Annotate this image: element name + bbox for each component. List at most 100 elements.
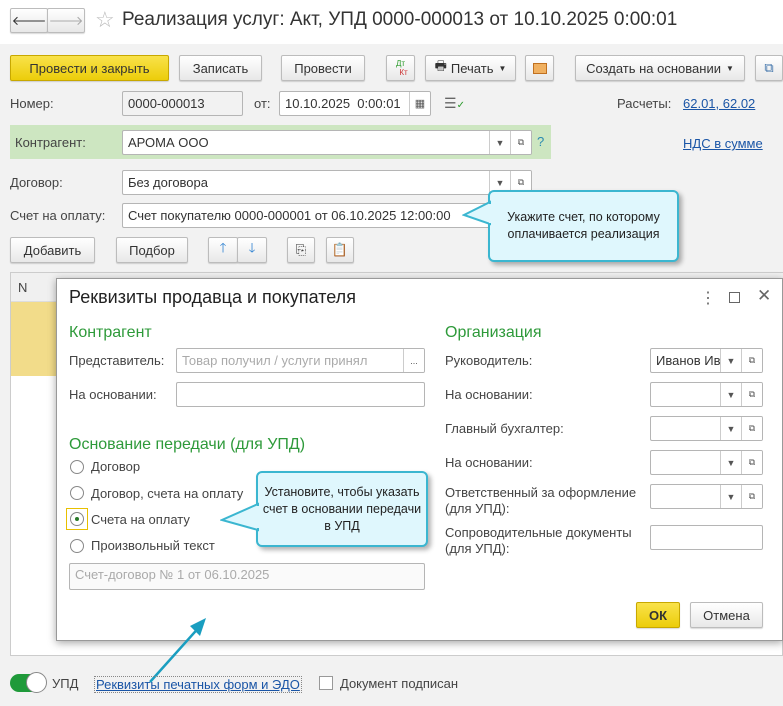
documents-label: Сопроводительные документы (для УПД):	[445, 525, 632, 556]
copy-button[interactable]: ⎘	[287, 237, 315, 263]
move-down-button[interactable]: 🡓	[237, 237, 267, 263]
table-row-selected[interactable]	[11, 302, 57, 376]
radio-invoices[interactable]	[70, 512, 84, 526]
transfer-basis-heading: Основание передачи (для УПД)	[69, 436, 306, 453]
ok-button[interactable]: ОК	[636, 602, 680, 628]
radio-free-text[interactable]	[70, 539, 84, 553]
select-button[interactable]: ...	[403, 349, 424, 372]
signed-label: Документ подписан	[340, 676, 459, 691]
dialog-title: Реквизиты продавца и покупателя	[69, 287, 356, 307]
accountant-label: Главный бухгалтер:	[445, 421, 564, 436]
basis-label: На основании:	[69, 387, 157, 402]
representative-label: Представитель:	[69, 353, 165, 368]
head-value: Иванов Ив	[656, 353, 721, 368]
printer-icon: 🖶	[434, 58, 447, 73]
documents-field[interactable]	[650, 525, 763, 550]
organization-heading: Организация	[445, 324, 542, 341]
head-basis-label: На основании:	[445, 387, 533, 402]
back-button[interactable]: 🡐	[10, 8, 48, 33]
move-up-button[interactable]: 🡑	[208, 237, 238, 263]
arrow-right-icon: 🡒	[48, 12, 84, 28]
open-icon[interactable]: ⧉	[741, 349, 762, 372]
open-icon[interactable]: ⧉	[741, 485, 762, 508]
hint-callout-radio: Установите, чтобы указать счет в основан…	[256, 471, 428, 547]
date-label: от:	[254, 96, 271, 111]
free-text-field[interactable]: Счет-договор № 1 от 06.10.2025	[69, 563, 425, 590]
settlements-link[interactable]: 62.01, 62.02	[683, 96, 755, 111]
upd-label: УПД	[52, 676, 79, 691]
responsible-field[interactable]: ▼ ⧉	[650, 484, 763, 509]
number-field[interactable]: 0000-000013	[122, 91, 243, 116]
callout-pointer	[462, 200, 492, 226]
representative-field[interactable]: Товар получил / услуги принял...	[176, 348, 425, 373]
radio-contract-invoices[interactable]	[70, 486, 84, 500]
envelope-icon	[532, 62, 547, 74]
pick-button[interactable]: Подбор	[116, 237, 188, 263]
post-and-close-button[interactable]: Провести и закрыть	[10, 55, 169, 81]
accountant-basis-label: На основании:	[445, 455, 533, 470]
add-button[interactable]: Добавить	[10, 237, 95, 263]
vat-link[interactable]: НДС в сумме	[683, 136, 763, 151]
chevron-down-icon: ▼	[725, 63, 734, 73]
dt-label: Дт	[395, 59, 406, 68]
contract-value: Без договора	[128, 175, 208, 190]
contract-field[interactable]: Без договора ▼ ⧉	[122, 170, 532, 195]
counterparty-label: Контрагент:	[15, 135, 86, 150]
representative-placeholder: Товар получил / услуги принял	[182, 353, 368, 368]
star-icon[interactable]: ☆	[95, 7, 115, 33]
open-icon[interactable]: ⧉	[741, 383, 762, 406]
hint-text: Установите, чтобы указать счет в основан…	[262, 484, 422, 533]
head-basis-field[interactable]: ▼ ⧉	[650, 382, 763, 407]
accountant-basis-field[interactable]: ▼ ⧉	[650, 450, 763, 475]
dt-kt-button[interactable]: Дт Кт	[386, 55, 415, 81]
basis-field[interactable]	[176, 382, 425, 407]
clipboard-icon: 📋	[331, 242, 349, 257]
cancel-button[interactable]: Отмена	[690, 602, 763, 628]
callout-pointer	[220, 502, 260, 532]
page-title: Реализация услуг: Акт, УПД 0000-000013 о…	[122, 9, 678, 30]
dropdown-icon[interactable]: ▼	[720, 349, 741, 372]
hint-callout-invoice: Укажите счет, по которому оплачивается р…	[488, 190, 679, 262]
upd-toggle[interactable]	[10, 672, 47, 693]
head-label: Руководитель:	[445, 353, 533, 368]
radio-label: Счета на оплату	[91, 512, 190, 527]
structure-button[interactable]: ⧉	[755, 55, 783, 81]
date-field[interactable]: 10.10.2025 0:00:01 ▦	[279, 91, 431, 116]
head-field[interactable]: Иванов Ив ▼ ⧉	[650, 348, 763, 373]
counterparty-field[interactable]: АРОМА ООО ▼ ⧉	[122, 130, 532, 155]
hint-text: Укажите счет, по которому оплачивается р…	[507, 210, 660, 241]
dropdown-icon[interactable]: ▼	[720, 417, 741, 440]
dropdown-icon[interactable]: ▼	[489, 131, 510, 154]
help-icon[interactable]: ?	[537, 134, 544, 149]
radio-contract[interactable]	[70, 460, 84, 474]
maximize-icon[interactable]	[729, 292, 740, 303]
print-forms-link[interactable]: Реквизиты печатных форм и ЭДО	[94, 676, 302, 693]
document-check-icon[interactable]: ☰✓	[444, 95, 465, 112]
create-based-label: Создать на основании	[586, 60, 721, 76]
open-icon[interactable]: ⧉	[741, 417, 762, 440]
post-button[interactable]: Провести	[281, 55, 365, 81]
close-icon[interactable]: ✕	[757, 286, 771, 306]
dropdown-icon[interactable]: ▼	[720, 451, 741, 474]
arrow-down-icon: 🡓	[248, 240, 256, 255]
radio-label: Договор	[91, 459, 141, 474]
paste-button[interactable]: 📋	[326, 237, 354, 263]
dropdown-icon[interactable]: ▼	[720, 485, 741, 508]
open-icon[interactable]: ⧉	[741, 451, 762, 474]
calendar-icon[interactable]: ▦	[409, 92, 430, 115]
contract-label: Договор:	[10, 175, 63, 190]
radio-label: Произвольный текст	[91, 538, 215, 553]
more-icon[interactable]: ⋮	[700, 288, 716, 308]
open-icon[interactable]: ⧉	[510, 131, 531, 154]
save-button[interactable]: Записать	[179, 55, 262, 81]
signed-checkbox[interactable]	[319, 676, 333, 690]
dropdown-icon[interactable]: ▼	[720, 383, 741, 406]
forward-button[interactable]: 🡒	[47, 8, 85, 33]
create-based-on-button[interactable]: Создать на основании ▼	[575, 55, 745, 81]
email-button[interactable]	[525, 55, 554, 81]
hierarchy-icon: ⧉	[764, 60, 774, 75]
accountant-field[interactable]: ▼ ⧉	[650, 416, 763, 441]
date-value: 10.10.2025 0:00:01	[285, 96, 401, 111]
print-button[interactable]: 🖶 Печать ▼	[425, 55, 516, 81]
arrow-left-icon: 🡐	[11, 12, 47, 28]
